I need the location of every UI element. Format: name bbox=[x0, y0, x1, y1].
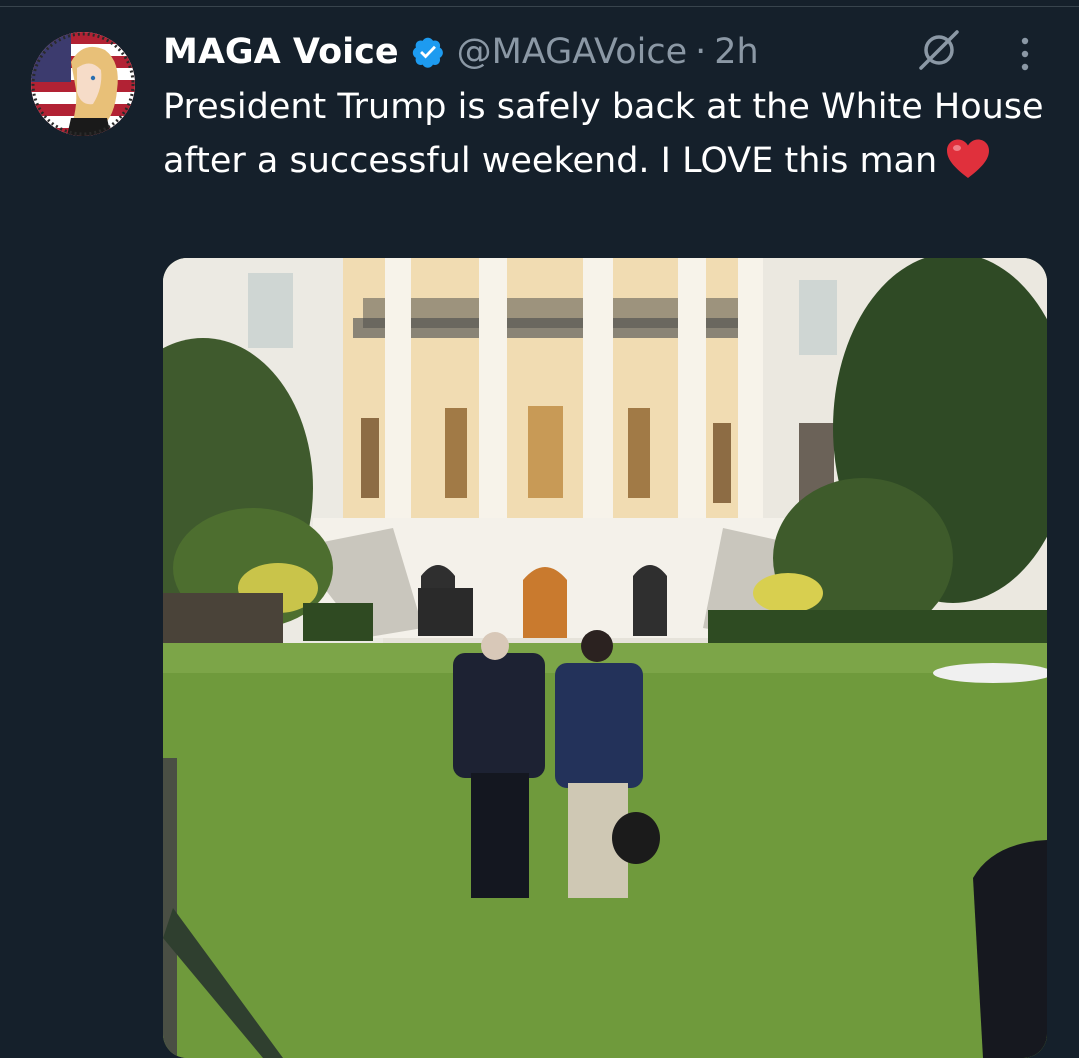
tweet-header: MAGA Voice @MAGAVoice · 2h bbox=[163, 28, 759, 76]
white-house-photo bbox=[163, 258, 1047, 1058]
tweet-text: President Trump is safely back at the Wh… bbox=[163, 80, 1063, 188]
tweet-media-image[interactable] bbox=[163, 258, 1047, 1058]
more-options-icon[interactable] bbox=[1010, 34, 1040, 74]
display-name[interactable]: MAGA Voice bbox=[163, 32, 399, 72]
handle[interactable]: @MAGAVoice bbox=[457, 32, 688, 72]
separator-dot: · bbox=[695, 32, 707, 72]
avatar-image bbox=[31, 32, 135, 136]
grok-icon[interactable] bbox=[915, 26, 963, 74]
verified-badge-icon bbox=[411, 35, 445, 69]
tweet-body: President Trump is safely back at the Wh… bbox=[163, 87, 1044, 181]
avatar[interactable] bbox=[31, 32, 135, 136]
red-heart-emoji-icon bbox=[945, 138, 991, 180]
top-divider bbox=[0, 6, 1079, 7]
timestamp[interactable]: 2h bbox=[714, 32, 758, 72]
